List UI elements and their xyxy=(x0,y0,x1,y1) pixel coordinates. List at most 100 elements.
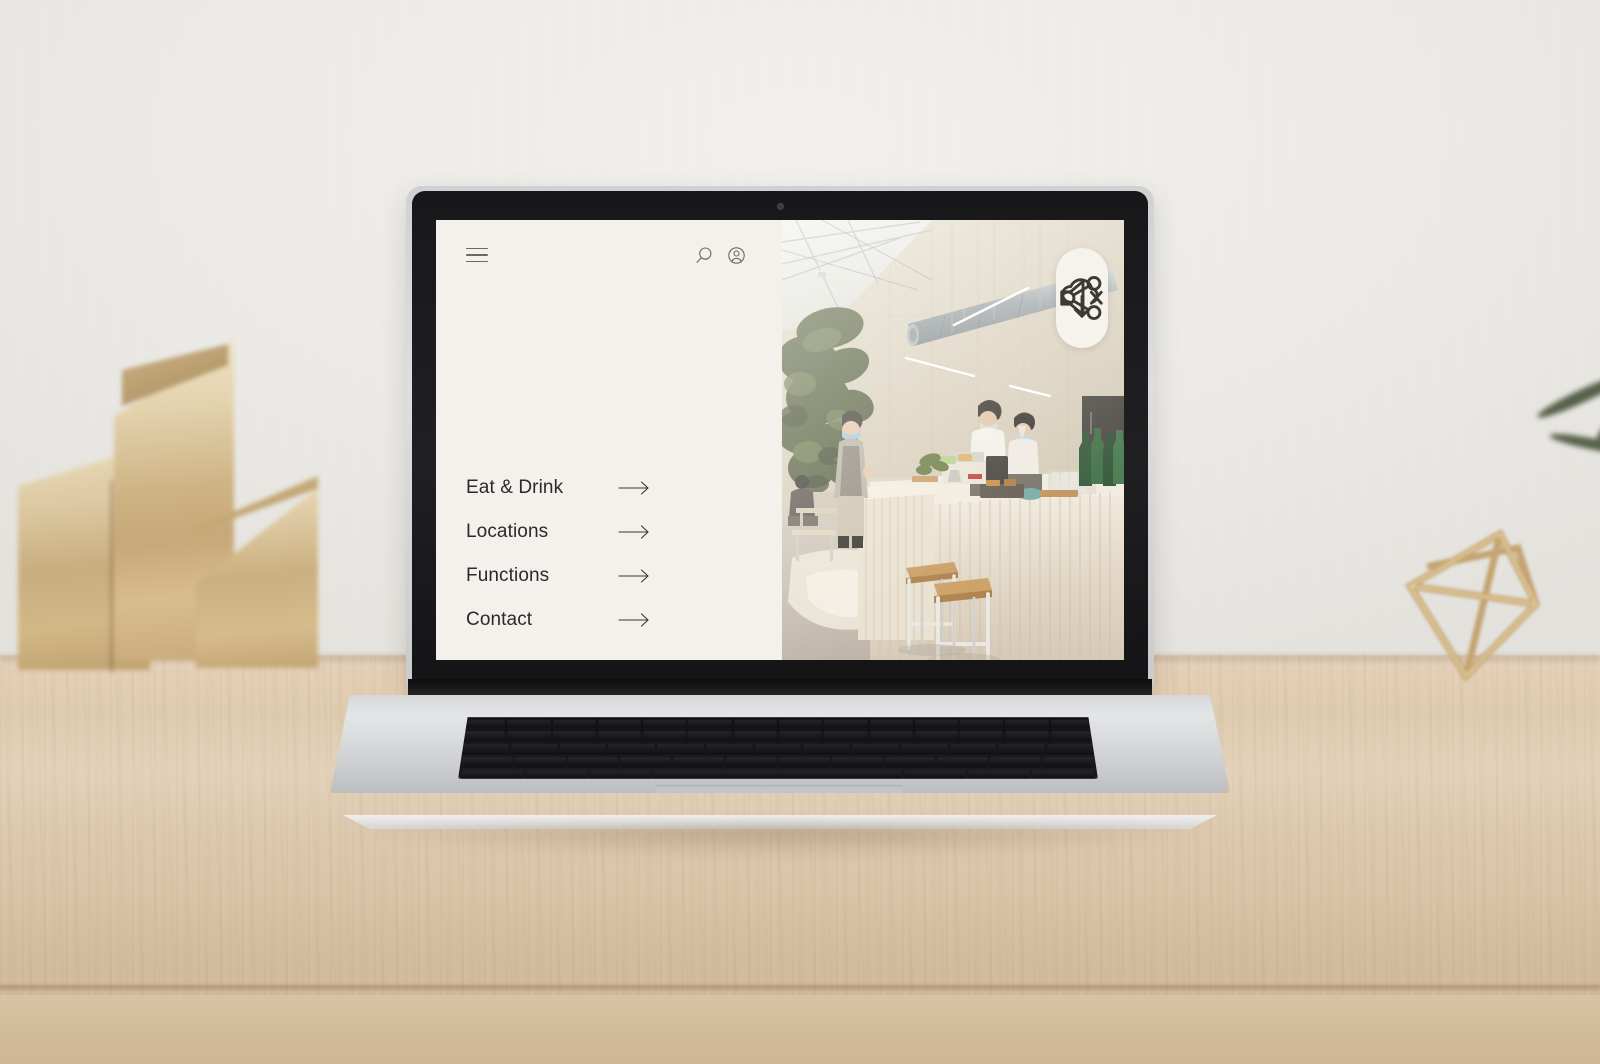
key xyxy=(552,731,596,742)
key xyxy=(998,744,1046,755)
nav-item-label: Functions xyxy=(466,565,550,586)
key xyxy=(567,757,619,768)
arrow-right-icon xyxy=(618,525,652,539)
plant-leaves-decor xyxy=(1485,371,1600,502)
gold-file-seam xyxy=(110,480,113,672)
key xyxy=(733,720,777,728)
key xyxy=(884,757,936,768)
laptop-device: Eat & Drink Locations Functions Contact xyxy=(330,186,1230,886)
header-icon-group xyxy=(695,246,746,265)
arrow-right-icon xyxy=(618,569,652,583)
key xyxy=(949,744,997,755)
gold-magazine-files-decor xyxy=(18,330,318,672)
key xyxy=(1050,720,1094,728)
key xyxy=(1047,744,1094,755)
site-header xyxy=(436,220,782,290)
laptop-base xyxy=(330,679,1230,859)
nav-item-label: Contact xyxy=(466,609,533,630)
key xyxy=(608,744,656,755)
nav-item-contact[interactable]: Contact xyxy=(466,598,756,642)
key xyxy=(597,731,642,742)
key xyxy=(526,770,588,779)
webcam-icon xyxy=(777,203,784,210)
key xyxy=(960,731,1004,742)
key xyxy=(514,757,566,768)
hero-media xyxy=(782,220,1124,660)
key xyxy=(643,731,687,742)
search-icon[interactable] xyxy=(695,246,714,265)
nav-item-eat-and-drink[interactable]: Eat & Drink xyxy=(466,466,756,510)
key xyxy=(507,731,551,742)
keyboard[interactable] xyxy=(458,717,1098,779)
laptop-deck xyxy=(330,695,1230,793)
key xyxy=(1005,720,1049,728)
key xyxy=(733,731,777,742)
desk-lower-panel xyxy=(0,995,1600,1064)
key xyxy=(900,744,948,755)
key xyxy=(643,720,687,728)
arrow-right-icon xyxy=(618,613,652,627)
cloud-download-icon[interactable] xyxy=(1061,278,1099,337)
key xyxy=(803,744,851,755)
key xyxy=(990,757,1042,768)
hamburger-line xyxy=(466,254,488,256)
scene: Eat & Drink Locations Functions Contact xyxy=(0,0,1600,1064)
key xyxy=(673,757,725,768)
hamburger-icon[interactable] xyxy=(466,247,488,263)
key-space xyxy=(654,770,902,779)
key xyxy=(852,744,899,755)
key xyxy=(960,720,1004,728)
nav-item-functions[interactable]: Functions xyxy=(466,554,756,598)
arrow-right-icon xyxy=(618,481,652,495)
key xyxy=(778,731,823,742)
nav-item-label: Locations xyxy=(466,521,549,542)
key xyxy=(778,720,823,728)
key xyxy=(914,731,959,742)
key xyxy=(705,744,753,755)
key xyxy=(914,720,959,728)
key xyxy=(824,731,868,742)
laptop-shadow xyxy=(340,825,1220,859)
key xyxy=(590,770,652,779)
key xyxy=(869,720,913,728)
key xyxy=(597,720,642,728)
key xyxy=(552,720,596,728)
key xyxy=(1043,757,1094,768)
key xyxy=(831,757,883,768)
key xyxy=(462,744,509,755)
nav-item-locations[interactable]: Locations xyxy=(466,510,756,554)
key xyxy=(462,720,506,728)
key xyxy=(620,757,672,768)
hamburger-line xyxy=(466,247,488,250)
key xyxy=(462,770,524,779)
key xyxy=(510,744,558,755)
hamburger-line xyxy=(466,260,488,263)
screen-content: Eat & Drink Locations Functions Contact xyxy=(436,220,1124,660)
media-controls-pill xyxy=(1056,248,1108,348)
leaf xyxy=(1534,371,1600,422)
key xyxy=(824,720,868,728)
account-icon[interactable] xyxy=(727,246,746,265)
key xyxy=(1005,731,1049,742)
site-nav-panel: Eat & Drink Locations Functions Contact xyxy=(436,220,782,660)
key xyxy=(937,757,989,768)
key xyxy=(462,757,513,768)
leaf xyxy=(1548,429,1600,458)
key xyxy=(968,770,1030,779)
key xyxy=(657,744,704,755)
key xyxy=(688,720,732,728)
key xyxy=(688,731,732,742)
main-nav-list: Eat & Drink Locations Functions Contact xyxy=(466,466,756,642)
key xyxy=(462,731,506,742)
key xyxy=(869,731,913,742)
key xyxy=(1050,731,1094,742)
key xyxy=(507,720,551,728)
nav-item-label: Eat & Drink xyxy=(466,477,564,498)
gold-octahedron-decor xyxy=(1368,508,1578,693)
key xyxy=(726,757,777,768)
key xyxy=(1032,770,1094,779)
key xyxy=(778,757,830,768)
key xyxy=(559,744,607,755)
key xyxy=(754,744,802,755)
key xyxy=(904,770,966,779)
